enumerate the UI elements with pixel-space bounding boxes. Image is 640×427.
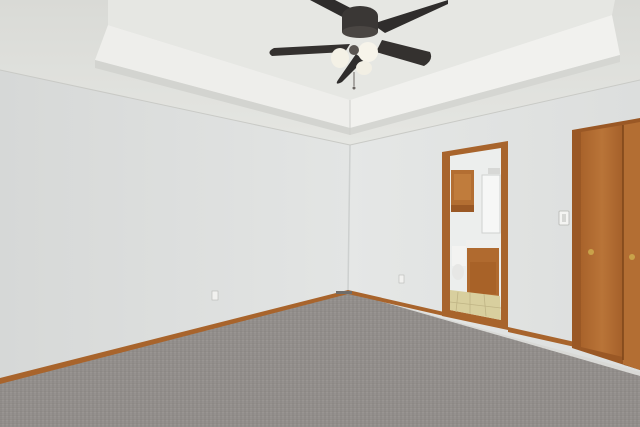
closet-door-panel — [581, 125, 623, 357]
wall-outlet-right — [398, 274, 405, 284]
fan-light-2 — [358, 42, 378, 62]
door-knob-2 — [629, 254, 635, 260]
vanity-light — [488, 168, 500, 174]
pull-chain — [352, 86, 356, 90]
bathroom-mirror — [481, 174, 501, 234]
room-scene — [0, 0, 640, 427]
floor-vent — [336, 291, 352, 294]
wall-outlet-left — [211, 290, 219, 301]
room-photo — [0, 0, 640, 427]
door-knob — [588, 249, 594, 255]
vanity-counter — [466, 240, 501, 248]
closet-door-panel-2 — [623, 122, 640, 370]
fan-light-1 — [331, 48, 349, 68]
fan-light-3 — [356, 61, 372, 75]
bathroom-doorway — [442, 141, 508, 330]
toilet — [452, 246, 466, 266]
closet-door — [572, 118, 640, 370]
